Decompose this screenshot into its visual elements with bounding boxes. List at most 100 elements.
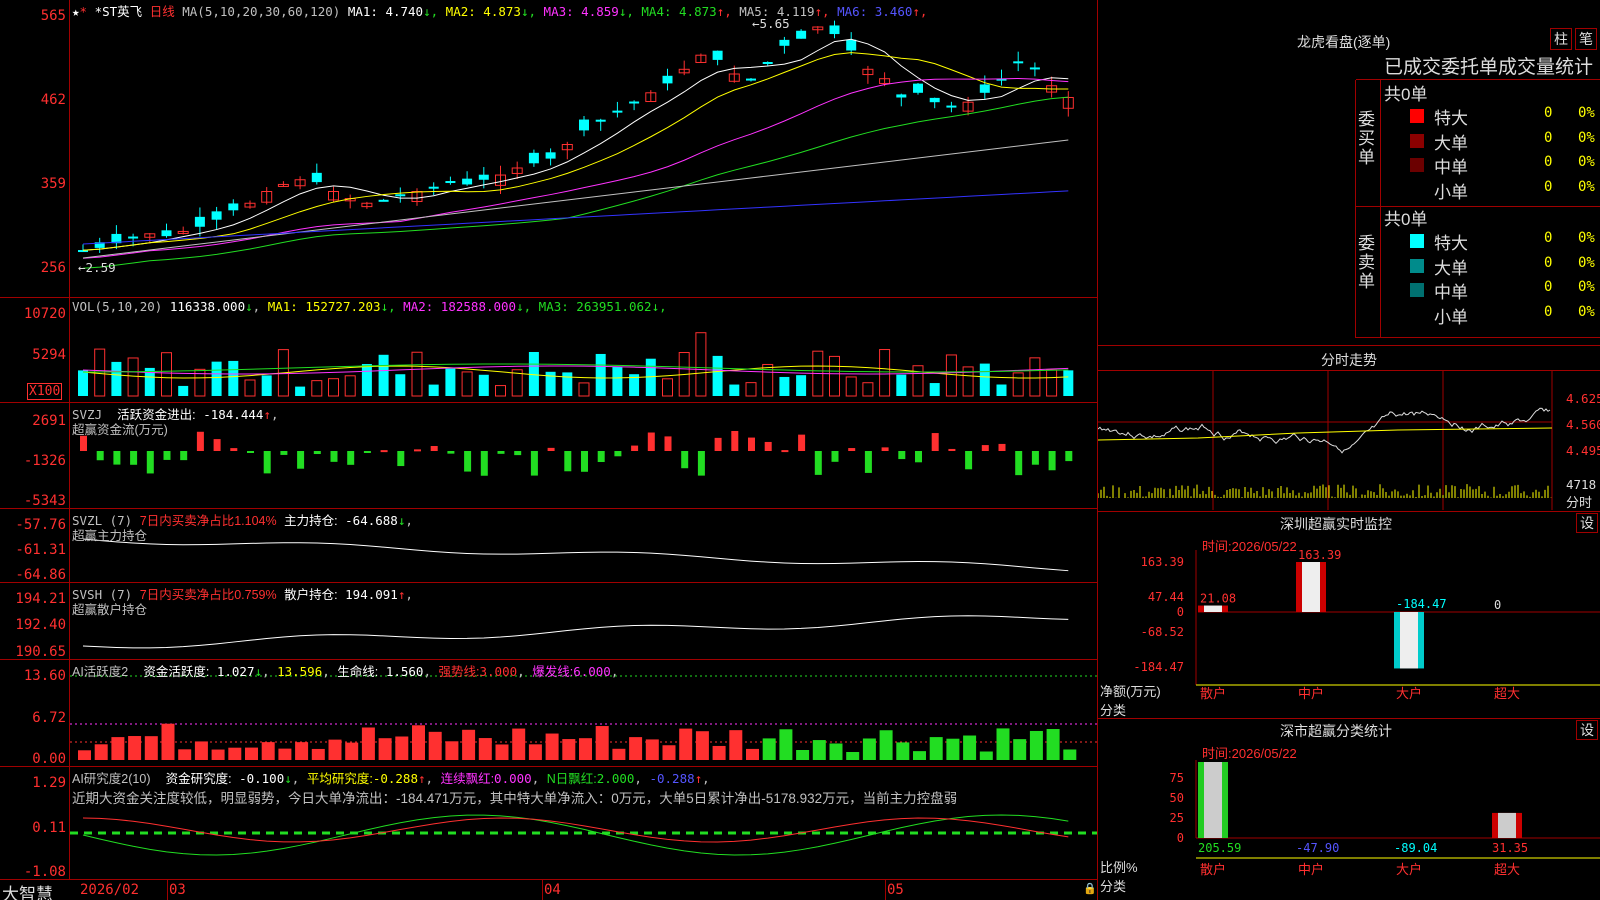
order-percent: 0% (1578, 279, 1595, 295)
chart-area[interactable]: ★* *ST英飞 日线 MA(5,10,20,30,60,120) MA1: 4… (0, 0, 1100, 900)
volume-bar (879, 349, 891, 397)
activity-bar (929, 737, 943, 760)
brand-logo: 大智慧 (2, 885, 53, 900)
xaxis-label: 04 (544, 882, 561, 898)
category-label: 散户 (1200, 686, 1226, 701)
activity-bar (478, 738, 492, 760)
volume-bar (562, 372, 573, 396)
fund-flow-bar (864, 451, 872, 473)
lock-icon[interactable]: 🔒 (1083, 882, 1097, 895)
tab-orders[interactable]: 委托单 (1441, 57, 1498, 78)
period-label[interactable]: 日线 (150, 4, 175, 19)
lhb-title: 龙虎看盘(逐单) (1297, 34, 1391, 50)
pen-mode-button[interactable]: 笔 (1575, 28, 1597, 50)
activity-bar (311, 748, 325, 760)
order-count: 0 (1544, 154, 1553, 170)
ytick-label: 50 (1170, 791, 1184, 805)
bar-value: 21.08 (1200, 592, 1236, 606)
color-swatch (1410, 307, 1424, 322)
order-percent: 0% (1578, 303, 1595, 320)
volume-bar (344, 375, 356, 397)
candle-body (662, 75, 673, 84)
ytick: -61.31 (15, 542, 66, 558)
fund-flow-bar (814, 451, 822, 475)
volume-bar (395, 374, 406, 396)
volume-bar (428, 384, 439, 396)
tab-filled[interactable]: 已成交 (1384, 57, 1441, 78)
stock-name[interactable]: *ST英飞 (95, 4, 143, 19)
category-label: 超大 (1494, 686, 1520, 701)
sz-monitor-chart: 163.3947.440-68.52-184.4721.08163.39-184… (1133, 550, 1600, 701)
fund-flow-bar (798, 434, 806, 451)
buy-side-label: 委买单 (1358, 110, 1375, 167)
ytick-label: 75 (1170, 771, 1184, 785)
intraday-chart[interactable] (1098, 370, 1600, 510)
sz-class-title: 深市超赢分类统计 (1280, 723, 1392, 739)
bar-value: -89.04 (1394, 841, 1437, 855)
volume-bar (94, 348, 106, 397)
fund-flow-bar (530, 451, 538, 476)
sz-class-settings-button[interactable]: 设 (1576, 720, 1598, 740)
candle-body (946, 105, 957, 108)
bar-mode-button[interactable]: 柱 (1550, 28, 1572, 50)
candle-body (428, 186, 439, 189)
ytick: 10720 (23, 306, 66, 322)
volume-bar (1012, 372, 1024, 397)
activity-bar (178, 749, 192, 760)
ytick-label: 163.39 (1141, 555, 1184, 569)
volume-bar (829, 355, 840, 397)
order-row: 小单 0 0% (1410, 303, 1600, 327)
order-percent: 0% (1578, 154, 1595, 170)
volume-bar (996, 384, 1007, 396)
activity-bar (94, 744, 108, 760)
order-row: 特大 0 0% (1410, 229, 1600, 253)
ma-params: MA(5,10,20,30,60,120) (182, 4, 341, 19)
candle-body (629, 101, 640, 104)
volume-bar (411, 351, 423, 397)
candle-body (979, 84, 990, 93)
activity-bar (495, 744, 509, 760)
xaxis-label: 2026/02 (80, 882, 140, 898)
ytick: -57.76 (15, 517, 66, 533)
category-label: 散户 (1200, 862, 1226, 877)
ytick: 1.29 (32, 775, 66, 791)
xaxis-tick (885, 880, 886, 900)
activity-bar (545, 733, 559, 760)
volume-bar (295, 386, 306, 396)
volume-bar (211, 361, 222, 396)
ma-line (82, 38, 1069, 251)
sz-monitor-settings-button[interactable]: 设 (1576, 513, 1598, 533)
candle-body (579, 119, 589, 131)
ytick: 4.560 (1566, 417, 1600, 432)
bar-value: 0 (1494, 598, 1501, 612)
order-count: 0 (1544, 129, 1553, 146)
intraday-title: 分时走势 (1321, 352, 1377, 368)
high-price-mark: ←5.65 (752, 16, 790, 31)
order-size-label: 中单 (1434, 158, 1468, 177)
candle-body (762, 61, 773, 64)
fund-flow-bar (146, 451, 154, 474)
vol-unit-badge[interactable]: X100 (27, 383, 63, 400)
activity-bar (245, 747, 258, 760)
ma-values: MA1: 4.740↓, MA2: 4.873↓, MA3: 4.859↓, M… (347, 4, 928, 19)
activity-bar (328, 739, 342, 760)
tab-volume-stats[interactable]: 成交量统计 (1498, 57, 1593, 78)
bar-highlight (1302, 562, 1320, 612)
order-row: 大单 0 0% (1410, 129, 1600, 153)
fund-flow-bar (1065, 451, 1073, 462)
activity-bar (979, 751, 993, 760)
ytick-label: -68.52 (1141, 625, 1184, 639)
activity-bar (144, 736, 158, 760)
fund-flow-bar (948, 448, 956, 451)
fund-flow-bar (397, 451, 405, 467)
fund-flow-bar (313, 451, 321, 455)
volume-bar (1046, 369, 1058, 397)
color-swatch (1410, 158, 1424, 172)
volume-bar (862, 382, 874, 397)
activity-bar (228, 747, 242, 760)
activity-bar (1013, 739, 1027, 760)
ma-value-ma4: MA4: 4.873 (633, 4, 717, 19)
candle-body (929, 97, 940, 103)
category-label: 大户 (1396, 686, 1422, 701)
color-swatch (1410, 109, 1424, 123)
